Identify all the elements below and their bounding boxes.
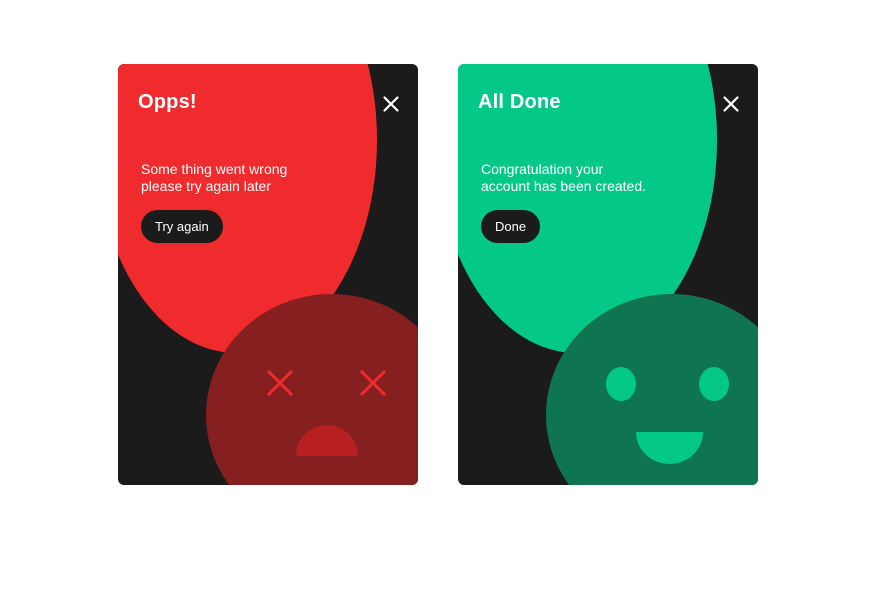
happy-face-features [606,367,729,464]
message-line: account has been created. [481,178,647,194]
right-x-eye-icon [359,369,387,397]
frown-mouth [296,425,358,456]
success-dialog-card: All Done Congratulation your account has… [458,64,758,485]
message-line: please try again later [141,178,271,194]
dialog-message: Some thing went wrong please try again l… [141,161,341,195]
close-icon [723,96,739,112]
dialog-title: All Done [478,91,561,113]
close-button[interactable] [378,91,404,117]
message-line: Congratulation your [481,161,604,177]
sad-face-features [266,369,387,456]
sad-face-icon [206,294,418,485]
smile-mouth [636,432,703,464]
try-again-button[interactable]: Try again [141,210,223,243]
close-button[interactable] [718,91,744,117]
right-eye [699,367,729,401]
left-eye [606,367,636,401]
close-icon [383,96,399,112]
left-x-eye-icon [266,369,294,397]
dialog-title: Opps! [138,91,197,113]
happy-face-icon [546,294,758,485]
message-line: Some thing went wrong [141,161,288,177]
dialog-message: Congratulation your account has been cre… [481,161,681,195]
done-button[interactable]: Done [481,210,541,243]
error-dialog-card: Opps! Some thing went wrong please try a… [118,64,418,485]
